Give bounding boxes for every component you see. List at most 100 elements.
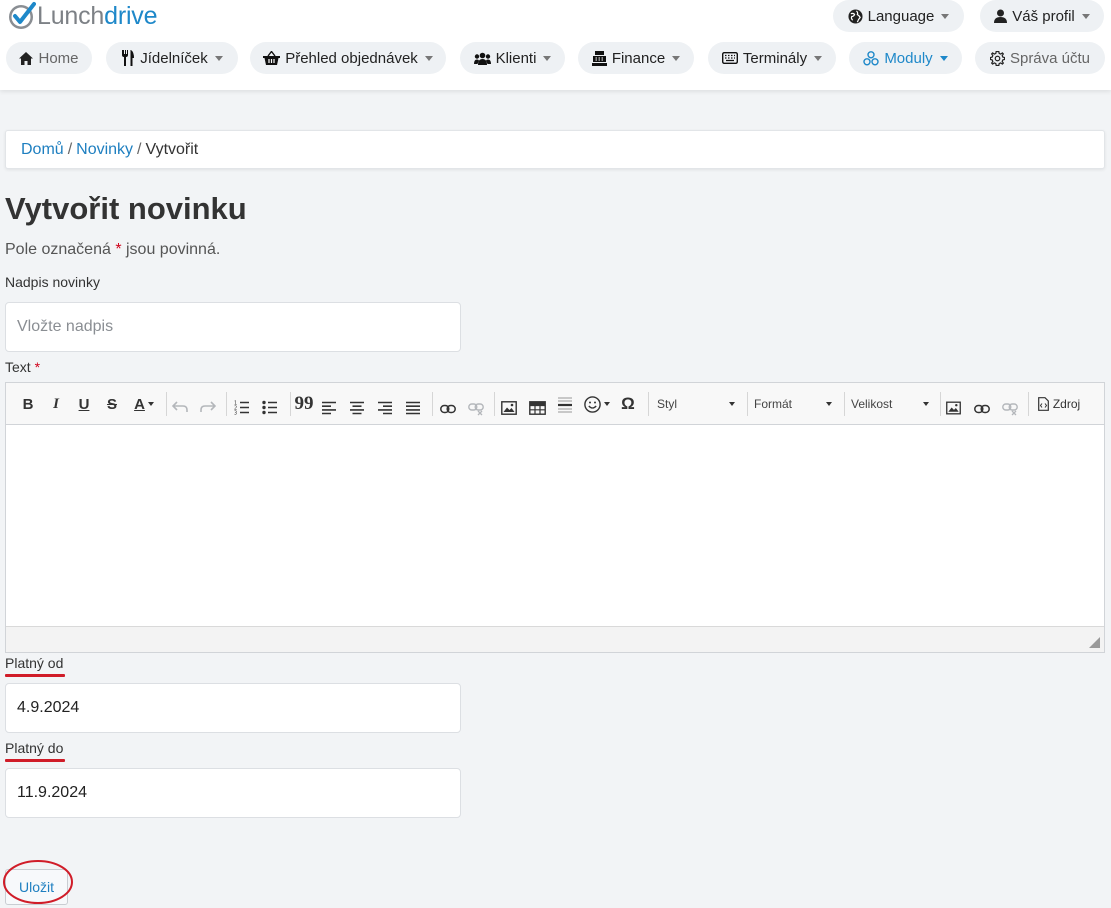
editor-toolbar: B I U S A 123 99 Ω Styl Formát Velikost … xyxy=(6,383,1104,425)
format-dropdown[interactable]: Formát xyxy=(754,393,832,415)
source-code-icon xyxy=(1037,397,1049,411)
special-char-button[interactable]: Ω xyxy=(619,393,637,415)
valid-to-label: Platný do xyxy=(5,740,64,756)
keyboard-icon xyxy=(721,52,738,64)
breadcrumb-novinky[interactable]: Novinky xyxy=(76,141,133,158)
horizontal-line-icon[interactable] xyxy=(558,395,572,417)
bold-button[interactable]: B xyxy=(20,393,36,415)
profile-label: Váš profil xyxy=(1012,7,1075,25)
table-icon[interactable] xyxy=(529,397,546,419)
chevron-down-icon xyxy=(941,13,950,19)
size-dropdown-label: Velikost xyxy=(851,397,893,411)
page-title: Vytvořit novinku xyxy=(5,191,247,226)
valid-to-input[interactable] xyxy=(5,768,461,818)
logo-text-drive: drive xyxy=(104,2,158,30)
headline-input[interactable] xyxy=(5,302,461,352)
chevron-down-icon xyxy=(1081,13,1090,19)
save-button[interactable]: Uložit xyxy=(5,869,68,905)
bullet-list-icon[interactable] xyxy=(262,396,278,418)
chevron-down-icon xyxy=(826,402,832,406)
chevron-down-icon xyxy=(424,55,433,61)
rich-text-editor: B I U S A 123 99 Ω Styl Formát Velikost … xyxy=(5,382,1105,653)
nav-finance[interactable]: Finance xyxy=(578,42,694,74)
nav-home-label: Home xyxy=(38,49,79,67)
unlink-icon[interactable] xyxy=(1002,398,1018,420)
align-center-icon[interactable] xyxy=(350,397,364,419)
emoji-button[interactable] xyxy=(582,393,612,415)
justify-icon[interactable] xyxy=(406,397,420,419)
valid-from-input[interactable] xyxy=(5,683,461,733)
highlight-underline xyxy=(5,759,65,762)
headline-label: Nadpis novinky xyxy=(5,274,100,290)
chevron-down-icon xyxy=(729,402,735,406)
nav-sprava-label: Správa účtu xyxy=(1009,49,1091,67)
underline-button[interactable]: U xyxy=(76,393,92,415)
nav-moduly[interactable]: Moduly xyxy=(849,42,962,74)
nav-klienti-label: Klienti xyxy=(495,49,537,67)
text-color-button[interactable]: A xyxy=(130,393,158,415)
highlight-underline xyxy=(5,674,65,677)
svg-text:3: 3 xyxy=(234,411,237,417)
chevron-down-icon xyxy=(604,402,610,406)
image-icon[interactable] xyxy=(501,397,517,419)
nav-sprava-uctu[interactable]: Správa účtu xyxy=(975,42,1105,74)
chevron-down-icon xyxy=(147,402,154,406)
logo-text-lunch: Lunch xyxy=(37,2,105,30)
basket-icon xyxy=(263,51,281,65)
undo-icon[interactable] xyxy=(172,396,188,418)
valid-from-label: Platný od xyxy=(5,655,64,671)
nav-prehled-objednavek[interactable]: Přehled objednávek xyxy=(250,42,446,74)
format-dropdown-label: Formát xyxy=(754,397,793,411)
globe-icon xyxy=(848,8,863,24)
profile-dropdown[interactable]: Váš profil xyxy=(980,0,1104,32)
nav-jidelnicek-label: Jídelníček xyxy=(140,49,208,67)
home-icon xyxy=(19,51,34,65)
align-right-icon[interactable] xyxy=(378,397,392,419)
editor-content-area[interactable] xyxy=(6,425,1104,626)
style-dropdown-label: Styl xyxy=(657,397,678,411)
source-label: Zdroj xyxy=(1052,397,1081,411)
chevron-down-icon xyxy=(543,55,552,61)
gear-icon xyxy=(989,50,1005,66)
numbered-list-icon[interactable]: 123 xyxy=(234,396,250,418)
required-star: * xyxy=(115,241,122,258)
strikethrough-button[interactable]: S xyxy=(104,393,120,415)
language-dropdown[interactable]: Language xyxy=(833,0,964,32)
resize-handle-icon[interactable] xyxy=(1089,637,1100,648)
chevron-down-icon xyxy=(939,55,948,61)
blockquote-button[interactable]: 99 xyxy=(294,393,314,415)
nav-prehled-label: Přehled objednávek xyxy=(285,49,418,67)
breadcrumb: Domů / Novinky / Vytvořit xyxy=(5,130,1105,169)
link-icon[interactable] xyxy=(440,398,456,420)
nav-home[interactable]: Home xyxy=(6,42,92,74)
breadcrumb-home[interactable]: Domů xyxy=(21,141,64,158)
chevron-down-icon xyxy=(214,55,223,61)
italic-button[interactable]: I xyxy=(48,393,64,415)
text-color-icon: A xyxy=(134,395,145,413)
size-dropdown[interactable]: Velikost xyxy=(851,393,929,415)
nav-moduly-label: Moduly xyxy=(884,49,933,67)
lunchdrive-logo[interactable]: Lunchdrive xyxy=(6,0,158,32)
image-icon[interactable] xyxy=(946,397,961,419)
nav-jidelnicek[interactable]: Jídelníček xyxy=(106,42,238,74)
style-dropdown[interactable]: Styl xyxy=(657,393,735,415)
nav-terminaly-label: Terminály xyxy=(742,49,808,67)
nav-terminaly[interactable]: Terminály xyxy=(708,42,836,74)
align-left-icon[interactable] xyxy=(322,397,336,419)
language-label: Language xyxy=(867,7,935,25)
top-navigation-bar: Lunchdrive Language Váš profil Home Jíde… xyxy=(0,0,1111,90)
nav-klienti[interactable]: Klienti xyxy=(460,42,565,74)
cutlery-icon xyxy=(122,50,135,66)
unlink-icon[interactable] xyxy=(468,398,484,420)
chevron-down-icon xyxy=(814,55,823,61)
user-icon xyxy=(994,9,1008,23)
smiley-icon xyxy=(584,395,601,413)
breadcrumb-current: Vytvořit xyxy=(145,141,199,158)
cash-register-icon xyxy=(591,50,607,66)
text-label: Text * xyxy=(5,359,41,375)
source-button[interactable]: Zdroj xyxy=(1035,393,1083,415)
redo-icon[interactable] xyxy=(200,396,216,418)
cubes-icon xyxy=(863,50,880,66)
link-icon[interactable] xyxy=(974,398,990,420)
logo-check-icon xyxy=(9,2,36,29)
